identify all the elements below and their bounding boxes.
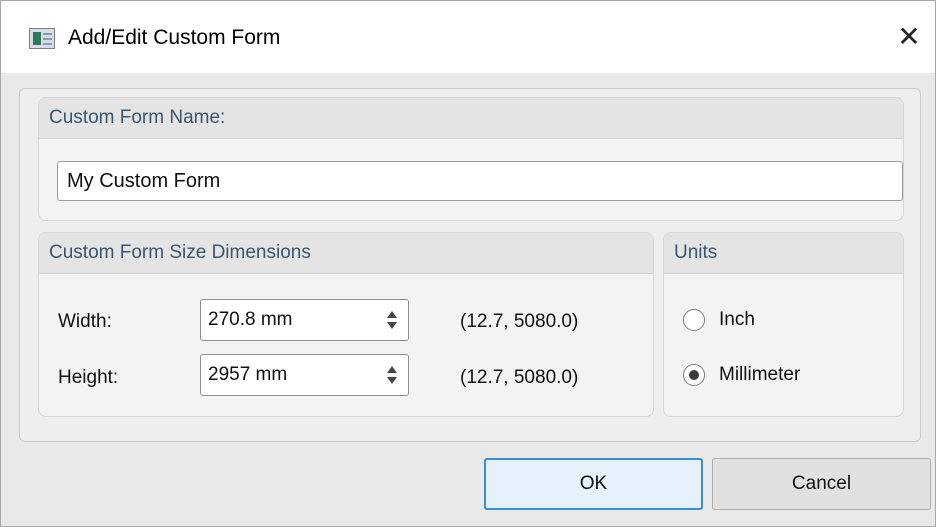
width-label: Width: (58, 311, 112, 332)
radio-selected-dot (689, 370, 699, 380)
width-spinbox[interactable]: 270.8 mm (200, 299, 409, 341)
units-group: Units Inch Millimeter (663, 232, 904, 417)
height-label: Height: (58, 367, 119, 388)
units-header: Units (664, 233, 903, 274)
spin-up-icon[interactable] (387, 366, 397, 373)
ok-button[interactable]: OK (484, 458, 703, 510)
height-spinbox[interactable]: 2957 mm (200, 354, 409, 396)
spin-up-icon[interactable] (387, 311, 397, 318)
window-title: Add/Edit Custom Form (68, 26, 281, 49)
width-value[interactable]: 270.8 mm (208, 300, 292, 340)
width-range: (12.7, 5080.0) (460, 311, 579, 332)
spin-down-icon[interactable] (387, 377, 397, 384)
window-app-icon (29, 28, 55, 49)
spin-arrows-icon[interactable] (386, 366, 398, 384)
custom-form-name-header: Custom Form Name: (39, 98, 903, 139)
radio-inch-label[interactable]: Inch (719, 305, 755, 335)
dialog-window: Add/Edit Custom Form ✕ Custom Form Name:… (0, 0, 936, 527)
height-value[interactable]: 2957 mm (208, 355, 287, 395)
height-range: (12.7, 5080.0) (460, 367, 579, 388)
radio-inch-circle[interactable] (683, 309, 705, 331)
radio-millimeter-label[interactable]: Millimeter (719, 360, 800, 390)
radio-millimeter-circle[interactable] (683, 364, 705, 386)
spin-arrows-icon[interactable] (386, 311, 398, 329)
form-panel: Custom Form Name: My Custom Form Custom … (19, 88, 921, 442)
custom-form-name-input[interactable]: My Custom Form (57, 161, 903, 201)
size-dimensions-header: Custom Form Size Dimensions (39, 233, 653, 274)
custom-form-name-group: Custom Form Name: My Custom Form (38, 97, 904, 221)
size-dimensions-group: Custom Form Size Dimensions Width: 270.8… (38, 232, 654, 417)
header-text: Custom Form Name: (49, 107, 226, 128)
title-bar[interactable]: Add/Edit Custom Form ✕ (1, 1, 935, 73)
close-icon[interactable]: ✕ (889, 15, 929, 59)
spin-down-icon[interactable] (387, 322, 397, 329)
cancel-button[interactable]: Cancel (712, 458, 931, 510)
